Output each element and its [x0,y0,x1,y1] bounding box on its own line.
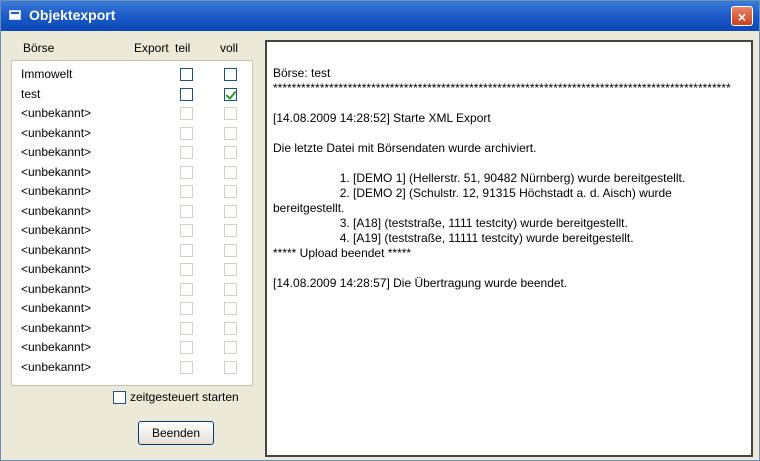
voll-checkbox [224,165,237,179]
list-item-label: <unbekannt> [21,164,92,179]
list-item-label: Immowelt [21,67,73,81]
log-line: ****************************************… [273,81,731,95]
list-item-label: <unbekannt> [21,301,92,315]
list-item-label: test [21,86,41,101]
log-panel[interactable]: Börse: test *****************************… [265,40,753,457]
list-item-label: <unbekannt> [21,359,92,374]
teil-checkbox [180,341,193,354]
voll-checkbox [224,146,237,159]
list-item: <unbekannt> [12,124,252,143]
log-line: Die letzte Datei mit Börsendaten wurde a… [273,141,537,155]
list-item: <unbekannt> [12,104,252,123]
list-item: <unbekannt> [12,182,252,201]
list-item-label: <unbekannt> [21,262,92,276]
list-item: <unbekannt> [12,338,252,357]
header-teil: teil [175,41,191,55]
list-item-label: <unbekannt> [21,106,92,120]
list-item-label: <unbekannt> [21,340,92,354]
voll-checkbox [224,263,237,276]
list-item: <unbekannt> [12,299,252,318]
log-line: ***** Upload beendet ***** [273,246,412,260]
teil-checkbox [180,243,193,257]
list-item: Immowelt [12,65,252,84]
list-item: <unbekannt> [12,260,252,279]
log-line: [14.08.2009 14:28:52] Starte XML Export [273,111,491,125]
teil-checkbox [180,224,193,237]
timer-checkbox[interactable] [113,391,126,404]
list-item: <unbekannt> [12,280,252,299]
list-item: test [12,85,252,104]
list-item-label: <unbekannt> [21,203,92,218]
log-line: 3. [A18] (teststraße, 1111 testcity) wur… [273,216,628,230]
teil-checkbox [180,204,193,218]
teil-checkbox [180,360,193,374]
beenden-button[interactable]: Beenden [138,421,214,445]
list-item-label: <unbekannt> [21,223,92,237]
log-line: 2. [DEMO 2] (Schulstr. 12, 91315 Höchsta… [273,186,676,215]
list-item-label: <unbekannt> [21,184,92,198]
list-item: <unbekannt> [12,143,252,162]
voll-checkbox [224,302,237,315]
voll-checkbox [224,204,237,218]
header-export: Export [134,41,169,55]
list-item-label: <unbekannt> [21,145,92,159]
teil-checkbox [180,126,193,140]
list-item: <unbekannt> [12,241,252,260]
teil-checkbox [180,165,193,179]
log-line: 4. [A19] (teststraße, 11111 testcity) wu… [273,231,634,245]
boersen-list: Immowelt test <unbekannt> <unbekannt> <unbek… [11,60,253,386]
teil-checkbox[interactable] [180,68,193,81]
objektexport-window: Objektexport × Börse Export teil voll Im… [0,0,760,461]
header-voll: voll [220,41,239,55]
list-item: <unbekannt> [12,163,252,182]
title-bar[interactable]: Objektexport × [1,1,759,31]
voll-checkbox [224,107,237,120]
list-item: <unbekannt> [12,202,252,221]
voll-checkbox [224,321,237,335]
voll-checkbox [224,243,237,257]
list-item-label: <unbekannt> [21,320,92,335]
log-text: Börse: test *****************************… [273,66,743,291]
teil-checkbox [180,146,193,159]
voll-checkbox [224,185,237,198]
list-item-label: <unbekannt> [21,281,92,296]
list-item-label: <unbekannt> [21,125,92,140]
log-line: Börse: test [273,66,331,80]
voll-checkbox [224,126,237,140]
teil-checkbox [180,263,193,276]
teil-checkbox [180,107,193,120]
window-app-icon [9,10,21,20]
teil-checkbox [180,282,193,296]
teil-checkbox [180,185,193,198]
teil-checkbox [180,302,193,315]
timer-label: zeitgesteuert starten [130,390,239,404]
list-item: <unbekannt> [12,358,252,377]
close-button[interactable]: × [731,6,753,26]
voll-checkbox [224,360,237,374]
list-item-label: <unbekannt> [21,242,92,257]
log-line: [14.08.2009 14:28:57] Die Übertragung wu… [273,276,568,290]
list-item: <unbekannt> [12,319,252,338]
voll-checkbox [224,224,237,237]
voll-checkbox [224,282,237,296]
teil-checkbox [180,321,193,335]
header-boerse: Börse [23,41,55,55]
list-item: <unbekannt> [12,221,252,240]
voll-checkbox [224,341,237,354]
teil-checkbox[interactable] [180,87,193,101]
voll-checkbox[interactable] [224,68,237,81]
voll-checkbox[interactable] [224,87,237,101]
log-line: 1. [DEMO 1] (Hellerstr. 51, 90482 Nürnbe… [273,171,686,185]
window-title: Objektexport [29,7,116,23]
